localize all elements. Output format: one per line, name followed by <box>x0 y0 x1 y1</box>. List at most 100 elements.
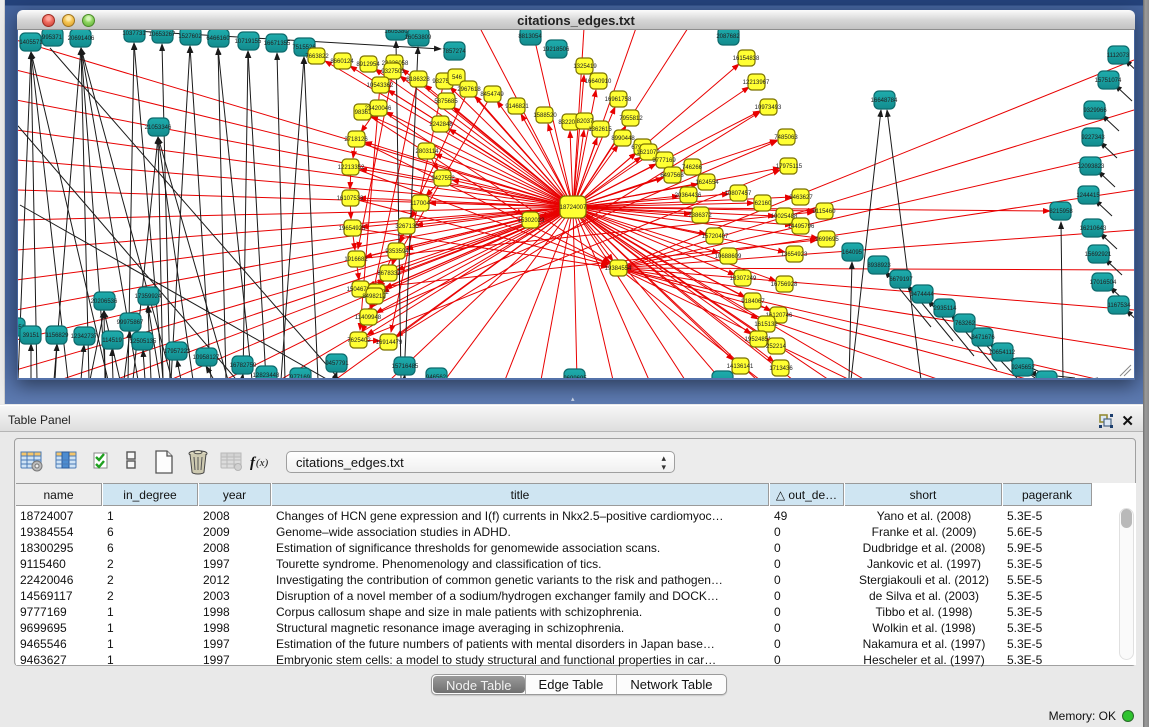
svg-text:5875685: 5875685 <box>434 99 458 105</box>
svg-text:1916682: 1916682 <box>344 257 368 263</box>
svg-text:1405571: 1405571 <box>19 40 43 46</box>
svg-text:9699695: 9699695 <box>815 237 839 243</box>
svg-text:18307249: 18307249 <box>730 276 757 282</box>
svg-text:1527602: 1527602 <box>178 34 202 40</box>
svg-text:1167534: 1167534 <box>1108 303 1132 309</box>
svg-text:9353594: 9353594 <box>385 249 409 255</box>
svg-text:7857274: 7857274 <box>442 49 466 55</box>
svg-text:10688609: 10688609 <box>715 254 742 260</box>
svg-text:3267130: 3267130 <box>395 224 419 230</box>
svg-text:2242848: 2242848 <box>429 122 453 128</box>
svg-text:9699695: 9699695 <box>563 376 587 378</box>
svg-text:12342737: 12342737 <box>71 334 98 340</box>
svg-text:82037: 82037 <box>577 119 594 125</box>
svg-text:23420046: 23420046 <box>365 106 392 112</box>
svg-text:9463627: 9463627 <box>789 195 813 201</box>
svg-text:16648784: 16648784 <box>871 98 898 104</box>
svg-text:1156829: 1156829 <box>46 333 70 339</box>
svg-text:10807457: 10807457 <box>725 191 752 197</box>
svg-text:14495796: 14495796 <box>788 224 815 230</box>
svg-text:1112073: 1112073 <box>1107 53 1130 59</box>
svg-text:9329966: 9329966 <box>1083 108 1107 114</box>
svg-text:9427552: 9427552 <box>431 176 455 182</box>
svg-text:8498212: 8498212 <box>362 294 386 300</box>
svg-text:15692921: 15692921 <box>1085 252 1112 258</box>
svg-text:7386372: 7386372 <box>688 213 712 219</box>
svg-text:16782759: 16782759 <box>230 363 257 369</box>
svg-text:9474444: 9474444 <box>910 292 934 298</box>
svg-text:10653267: 10653267 <box>149 32 176 38</box>
svg-text:39151: 39151 <box>23 333 40 339</box>
svg-text:995371: 995371 <box>42 35 63 41</box>
svg-text:8813054: 8813054 <box>518 34 542 40</box>
svg-text:946562: 946562 <box>426 375 447 378</box>
svg-text:17359924: 17359924 <box>135 294 162 300</box>
svg-text:2087682: 2087682 <box>716 34 740 40</box>
svg-text:7663822: 7663822 <box>305 54 329 60</box>
svg-text:16914479: 16914479 <box>376 340 403 346</box>
svg-text:10543362: 10543362 <box>367 83 394 89</box>
svg-text:1325419: 1325419 <box>573 64 597 70</box>
svg-text:1588520: 1588520 <box>533 113 557 119</box>
svg-text:746266: 746266 <box>682 165 703 171</box>
svg-text:20691406: 20691406 <box>68 36 95 42</box>
svg-text:17957223: 17957223 <box>164 349 191 355</box>
svg-text:8471676: 8471676 <box>971 335 995 341</box>
svg-text:8660124: 8660124 <box>330 59 354 65</box>
svg-text:10719155: 10719155 <box>235 39 262 45</box>
svg-text:(x): (x) <box>256 457 269 469</box>
svg-text:114519: 114519 <box>102 338 122 344</box>
svg-text:117004: 117004 <box>410 201 430 207</box>
svg-text:7485063: 7485063 <box>774 135 798 141</box>
svg-text:20364436: 20364436 <box>675 193 702 199</box>
svg-text:6679197: 6679197 <box>889 277 913 283</box>
svg-text:12823448: 12823448 <box>253 373 280 378</box>
svg-text:546: 546 <box>452 75 463 81</box>
svg-text:16961758: 16961758 <box>605 97 632 103</box>
svg-text:8678332: 8678332 <box>377 271 401 277</box>
svg-text:16756928: 16756928 <box>771 282 798 288</box>
svg-text:17016504: 17016504 <box>1090 280 1117 286</box>
svg-text:16671355: 16671355 <box>264 41 291 47</box>
svg-text:9115460: 9115460 <box>813 209 837 215</box>
svg-text:11409948: 11409948 <box>355 315 382 321</box>
svg-text:16154838: 16154838 <box>733 56 760 62</box>
svg-text:9457791: 9457791 <box>325 361 349 367</box>
svg-text:977169: 977169 <box>290 375 311 378</box>
svg-text:1624554: 1624554 <box>695 180 719 186</box>
svg-text:8215958: 8215958 <box>1049 209 1073 215</box>
svg-text:2718126: 2718126 <box>344 137 368 143</box>
svg-text:21053346: 21053346 <box>145 125 172 131</box>
svg-text:10654112: 10654112 <box>989 350 1016 356</box>
svg-text:9245652: 9245652 <box>1011 365 1035 371</box>
svg-text:12093823: 12093823 <box>1078 164 1105 170</box>
svg-text:15302023: 15302023 <box>518 218 545 224</box>
svg-text:16640910: 16640910 <box>585 79 612 85</box>
svg-text:1362615: 1362615 <box>588 127 612 133</box>
svg-text:9146821: 9146821 <box>505 104 529 110</box>
svg-text:12213967: 12213967 <box>743 80 770 86</box>
svg-text:8186328: 8186328 <box>406 77 430 83</box>
svg-text:12505135: 12505135 <box>130 339 157 345</box>
svg-text:8938923: 8938923 <box>867 263 891 269</box>
svg-text:10973493: 10973493 <box>755 105 782 111</box>
svg-text:9327503: 9327503 <box>381 69 405 75</box>
svg-text:62160: 62160 <box>755 201 772 207</box>
svg-text:16107533: 16107533 <box>337 196 364 202</box>
svg-text:16210643: 16210643 <box>1080 226 1107 232</box>
svg-text:17975115: 17975115 <box>776 164 803 170</box>
svg-text:763262: 763262 <box>955 321 976 327</box>
svg-text:9227343: 9227343 <box>1081 135 1105 141</box>
svg-text:14136141: 14136141 <box>727 364 754 370</box>
svg-text:8454749: 8454749 <box>480 92 504 98</box>
svg-text:2935114: 2935114 <box>934 306 958 312</box>
svg-text:252214: 252214 <box>766 344 787 350</box>
svg-text:8912954: 8912954 <box>356 62 380 68</box>
svg-text:13654923: 13654923 <box>781 252 808 258</box>
svg-text:9777169: 9777169 <box>652 158 676 164</box>
svg-text:19384554: 19384554 <box>605 266 632 272</box>
svg-text:16053809: 16053809 <box>405 35 432 41</box>
svg-text:6497568: 6497568 <box>660 173 684 179</box>
svg-text:99975867: 99975867 <box>117 320 144 326</box>
svg-text:15716485: 15716485 <box>392 364 419 370</box>
